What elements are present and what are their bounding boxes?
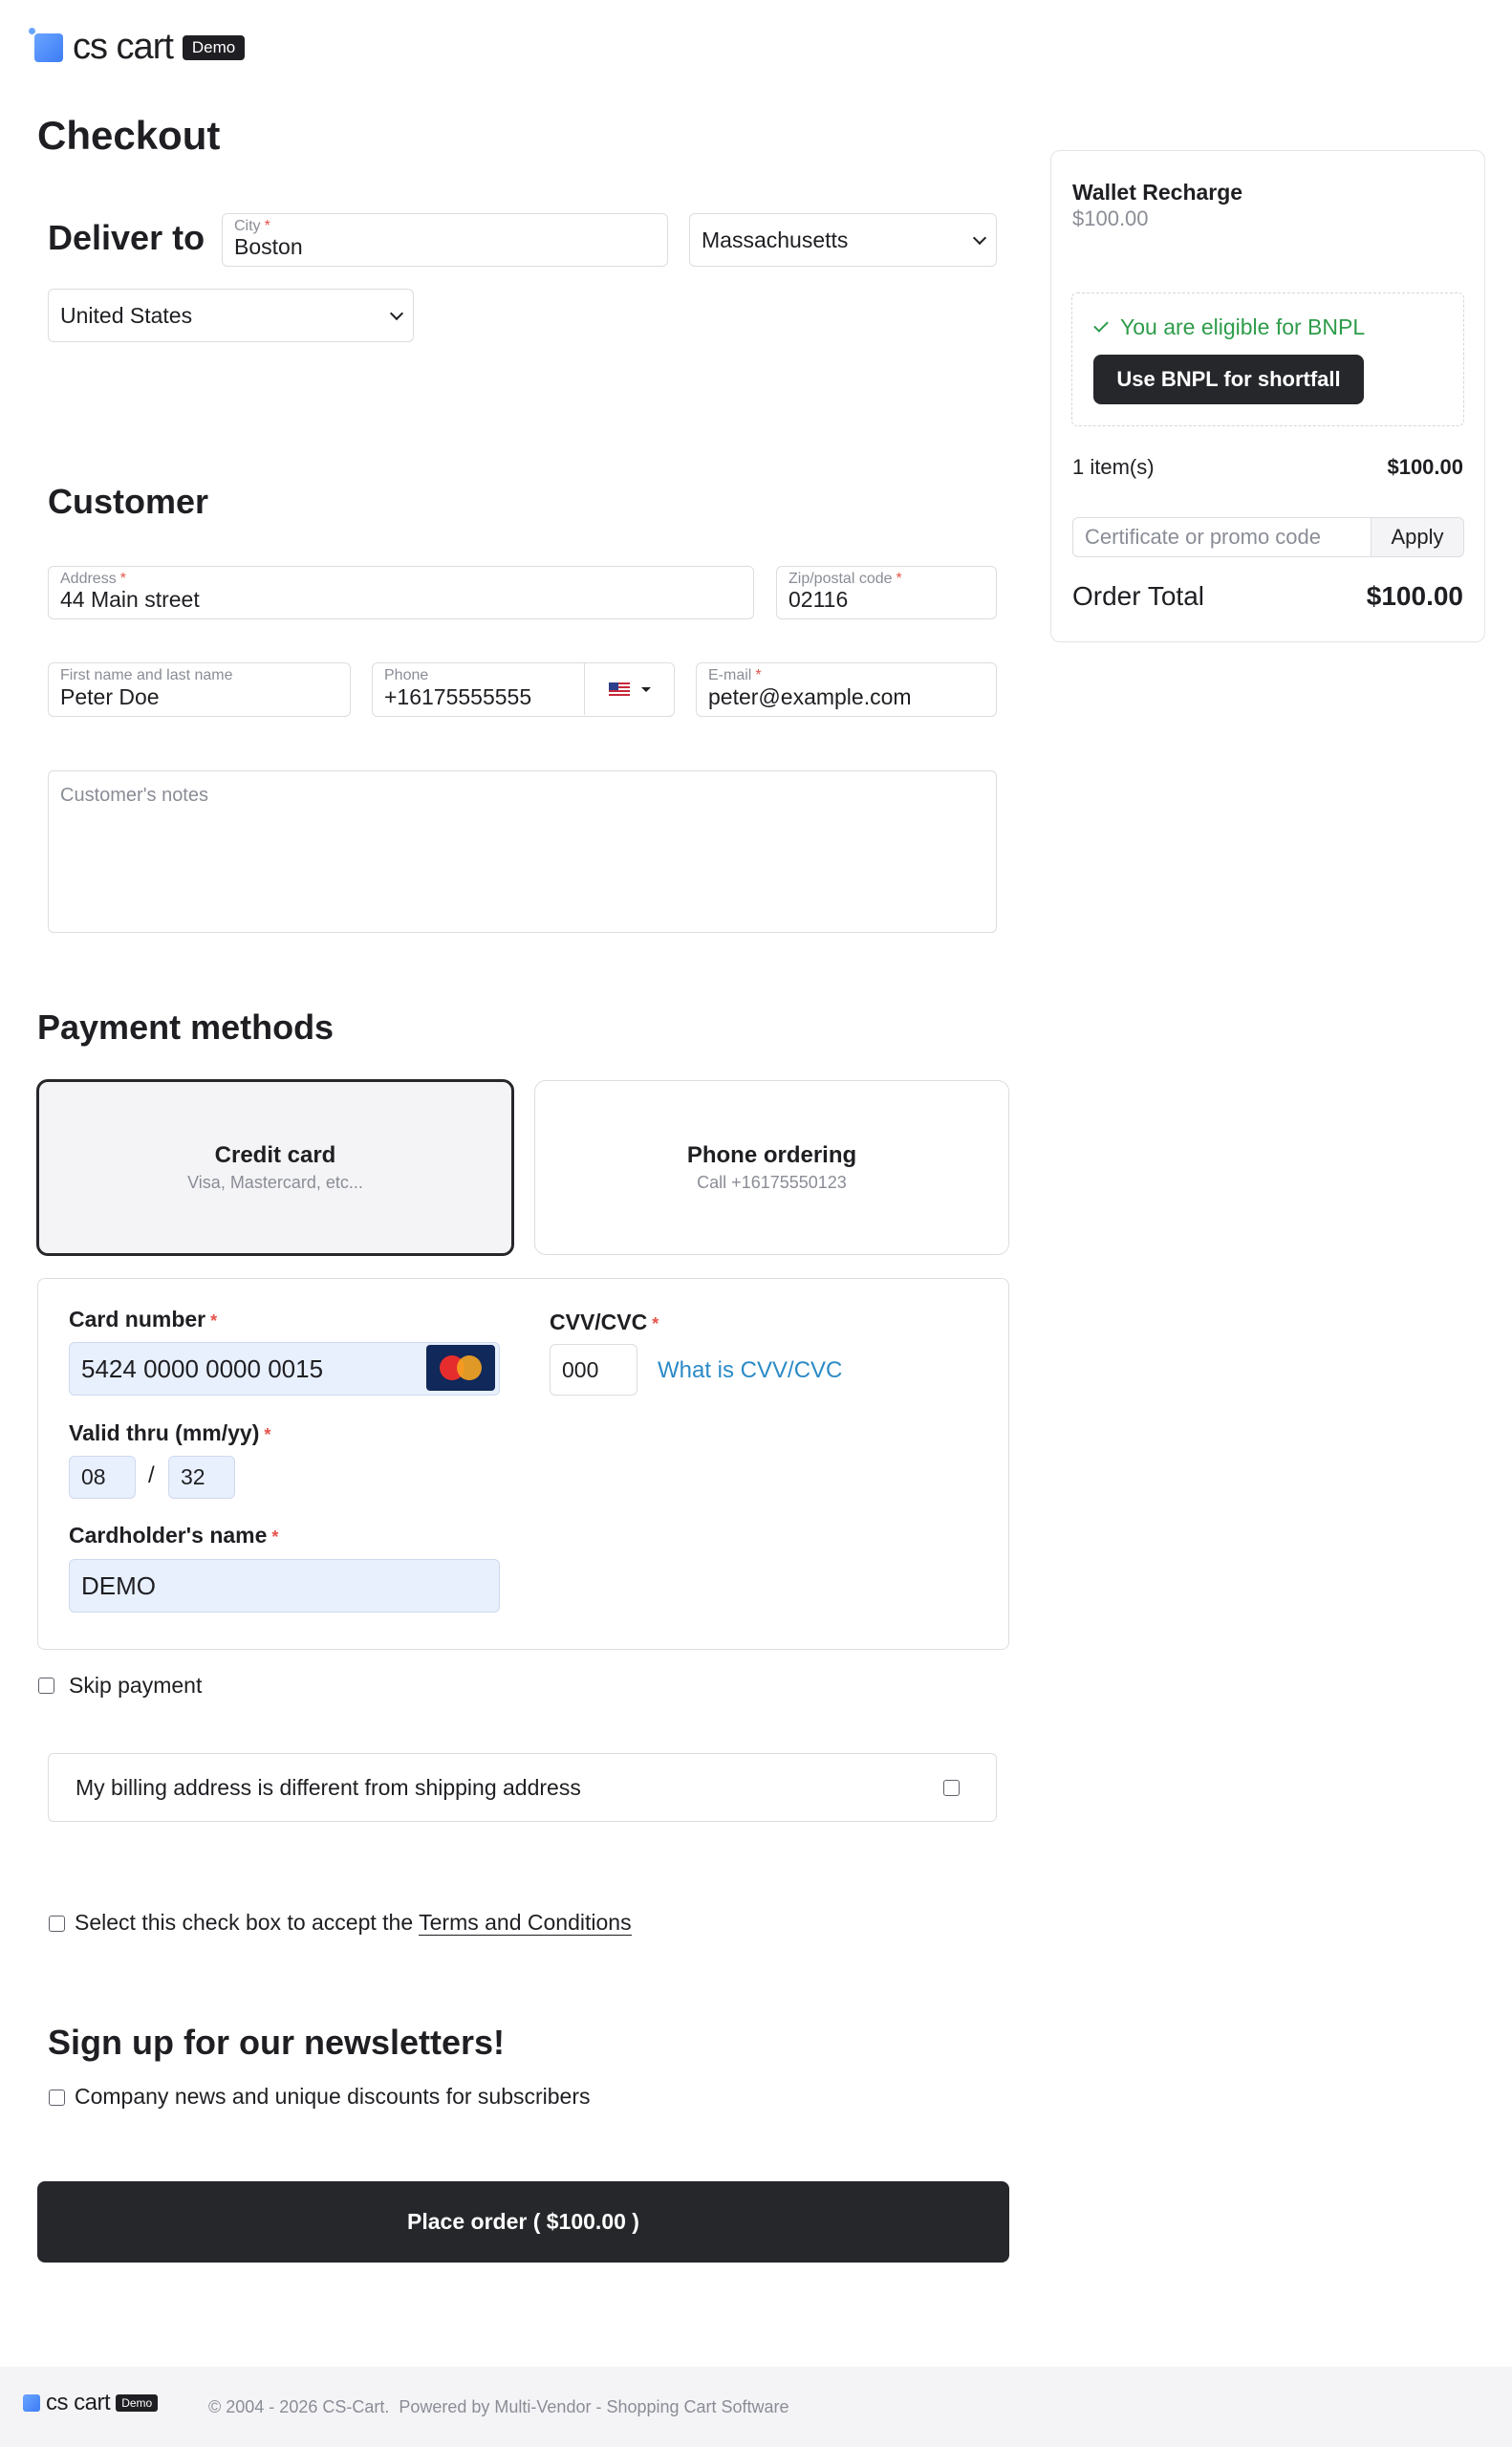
payment-method-phone-ordering[interactable]: Phone ordering Call +16175550123 <box>534 1080 1009 1255</box>
payment-method-subtitle: Visa, Mastercard, etc... <box>187 1173 363 1192</box>
billing-different-row[interactable]: My billing address is different from shi… <box>48 1753 997 1822</box>
terms-link[interactable]: Terms and Conditions <box>419 1910 632 1936</box>
what-is-cvv-link[interactable]: What is CVV/CVC <box>658 1357 842 1384</box>
footer-demo-badge: Demo <box>116 2394 159 2412</box>
zip-label: Zip/postal code * <box>788 571 902 587</box>
product-name: Wallet Recharge <box>1072 180 1243 205</box>
card-number-input[interactable]: 5424 0000 0000 0015 <box>69 1342 500 1396</box>
cvv-label: CVV/CVC * <box>550 1310 659 1334</box>
use-bnpl-button[interactable]: Use BNPL for shortfall <box>1093 355 1364 404</box>
bnpl-box: You are eligible for BNPL Use BNPL for s… <box>1071 292 1464 426</box>
phone-value: +16175555555 <box>384 684 532 709</box>
state-select[interactable]: Massachusetts <box>689 213 997 267</box>
payment-method-title: Phone ordering <box>686 1142 857 1168</box>
terms-prefix: Select this check box to accept the <box>75 1910 414 1935</box>
cvv-value: 000 <box>562 1356 599 1382</box>
apply-promo-button[interactable]: Apply <box>1371 517 1464 557</box>
us-flag-icon <box>609 682 630 697</box>
phone-field[interactable]: Phone +16175555555 <box>372 662 675 717</box>
expiry-month-input[interactable]: 08 <box>69 1456 136 1499</box>
country-select[interactable]: United States <box>48 289 414 342</box>
billing-different-label: My billing address is different from shi… <box>76 1775 581 1800</box>
promo-code-input[interactable]: Certificate or promo code <box>1072 517 1372 557</box>
email-field[interactable]: E-mail * peter@example.com <box>696 662 997 717</box>
order-total-label: Order Total <box>1072 581 1204 611</box>
name-value: Peter Doe <box>60 684 160 709</box>
name-label: First name and last name <box>60 667 233 683</box>
footer-logo[interactable]: cs cart Demo <box>23 2390 159 2416</box>
address-label: Address * <box>60 571 126 587</box>
items-count: 1 item(s) <box>1072 455 1155 479</box>
mastercard-icon <box>426 1345 495 1391</box>
product-price: $100.00 <box>1072 206 1149 230</box>
city-field[interactable]: City * Boston <box>222 213 668 267</box>
apply-label: Apply <box>1391 525 1444 549</box>
cardholder-input[interactable]: DEMO <box>69 1559 500 1613</box>
cardholder-label: Cardholder's name * <box>69 1523 279 1548</box>
payment-method-credit-card[interactable]: Credit card Visa, Mastercard, etc... <box>36 1079 514 1256</box>
use-bnpl-label: Use BNPL for shortfall <box>1116 367 1341 391</box>
phone-label: Phone <box>384 667 429 683</box>
promo-placeholder: Certificate or promo code <box>1085 525 1321 549</box>
payment-method-subtitle: Call +16175550123 <box>697 1173 847 1192</box>
email-label: E-mail * <box>708 667 762 683</box>
place-order-label: Place order ( $100.00 ) <box>407 2209 639 2234</box>
newsletter-option-label: Company news and unique discounts for su… <box>75 2084 591 2109</box>
cardholder-value: DEMO <box>81 1570 156 1600</box>
state-value: Massachusetts <box>702 227 849 252</box>
logo-text: cs cart <box>73 27 174 67</box>
logo-icon <box>23 2394 40 2412</box>
notes-placeholder: Customer's notes <box>60 785 208 806</box>
payment-methods-title: Payment methods <box>37 1007 335 1047</box>
footer-copyright: © 2004 - 2026 CS-Cart. Powered by Multi-… <box>208 2397 789 2416</box>
page-title: Checkout <box>37 113 221 158</box>
name-field[interactable]: First name and last name Peter Doe <box>48 662 351 717</box>
skip-payment-label: Skip payment <box>69 1673 203 1698</box>
footer: cs cart Demo © 2004 - 2026 CS-Cart. Powe… <box>0 2367 1512 2447</box>
newsletter-title: Sign up for our newsletters! <box>48 2023 506 2062</box>
demo-badge: Demo <box>182 34 246 60</box>
logo-icon <box>29 27 63 62</box>
chevron-down-icon <box>972 230 987 246</box>
customer-notes-textarea[interactable]: Customer's notes <box>48 770 997 933</box>
cvv-input[interactable]: 000 <box>550 1344 637 1396</box>
footer-logo-text: cs cart <box>46 2390 111 2415</box>
newsletter-checkbox[interactable] <box>49 2090 65 2106</box>
card-number-label: Card number * <box>69 1307 218 1332</box>
expiry-year-value: 32 <box>181 1464 205 1489</box>
valid-thru-label: Valid thru (mm/yy) * <box>69 1420 271 1445</box>
country-code-picker[interactable] <box>584 663 675 715</box>
customer-title: Customer <box>48 482 209 521</box>
check-icon <box>1093 317 1109 333</box>
expiry-month-value: 08 <box>81 1464 106 1489</box>
payment-method-title: Credit card <box>214 1142 336 1168</box>
billing-different-checkbox[interactable] <box>943 1780 960 1796</box>
terms-text: Select this check box to accept the Term… <box>75 1910 632 1936</box>
expiry-separator: / <box>148 1462 155 1488</box>
zip-value: 02116 <box>788 587 849 612</box>
terms-checkbox[interactable] <box>49 1916 65 1932</box>
deliver-to-title: Deliver to <box>48 218 205 257</box>
city-value: Boston <box>234 234 303 259</box>
email-value: peter@example.com <box>708 684 912 709</box>
expiry-year-input[interactable]: 32 <box>168 1456 235 1499</box>
address-field[interactable]: Address * 44 Main street <box>48 566 754 619</box>
zip-field[interactable]: Zip/postal code * 02116 <box>776 566 997 619</box>
place-order-button[interactable]: Place order ( $100.00 ) <box>37 2181 1009 2263</box>
site-logo[interactable]: cs cart Demo <box>29 27 246 68</box>
bnpl-eligible-text: You are eligible for BNPL <box>1120 314 1366 339</box>
card-number-value: 5424 0000 0000 0015 <box>81 1353 324 1383</box>
items-total: $100.00 <box>1387 455 1463 479</box>
order-total-value: $100.00 <box>1366 581 1463 611</box>
order-summary: Wallet Recharge $100.00 You are eligible… <box>1050 150 1485 642</box>
address-value: 44 Main street <box>60 587 200 612</box>
chevron-down-icon <box>389 306 404 321</box>
skip-payment-checkbox[interactable] <box>38 1678 54 1694</box>
country-value: United States <box>60 302 193 328</box>
caret-down-icon <box>641 686 651 692</box>
city-label: City * <box>234 218 270 234</box>
